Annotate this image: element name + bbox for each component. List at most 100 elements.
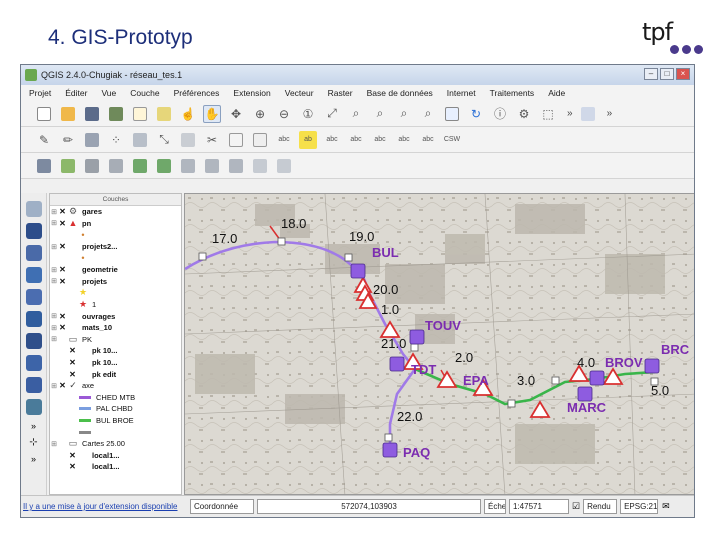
zoom-last-icon[interactable]: ⌕	[395, 105, 413, 123]
pan-to-selection-icon[interactable]: ✥	[227, 105, 245, 123]
layer-row[interactable]	[50, 426, 181, 438]
save-as-icon[interactable]	[107, 105, 125, 123]
expand-icon[interactable]: ⊞	[50, 219, 58, 227]
menu-item[interactable]: Couche	[130, 88, 159, 98]
layer-row[interactable]: ✕ pk edit	[50, 368, 181, 380]
open-project-icon[interactable]	[59, 105, 77, 123]
expand-icon[interactable]: ⊞	[50, 266, 58, 274]
add-raster-layer-icon[interactable]	[59, 157, 77, 175]
select-features-icon[interactable]: ⬚	[539, 105, 557, 123]
composer-manager-icon[interactable]	[155, 105, 173, 123]
coordinate-capture-icon[interactable]: ⊹	[29, 437, 37, 448]
layer-visibility-checkbox[interactable]: ✕	[58, 323, 67, 332]
crs-status[interactable]: EPSG:21781	[620, 499, 659, 514]
layer-visibility-checkbox[interactable]: ✕	[58, 207, 67, 216]
layer-row[interactable]: ★ 1	[50, 299, 181, 311]
georeferencer-icon[interactable]	[25, 245, 42, 261]
layer-visibility-checkbox[interactable]: ✕	[58, 312, 67, 321]
zoom-native-icon[interactable]: ①	[299, 105, 317, 123]
layer-row[interactable]: CHED MTB	[50, 392, 181, 404]
layer-row[interactable]: ⊞ ▭ PK	[50, 334, 181, 346]
digitize-icon[interactable]	[25, 201, 42, 217]
layer-visibility-checkbox[interactable]: ✕	[68, 346, 77, 355]
add-wcs-icon[interactable]	[203, 157, 221, 175]
show-hide-labels-icon[interactable]: abc	[347, 131, 365, 149]
zoom-layer-icon[interactable]: ⌕	[371, 105, 389, 123]
expand-icon[interactable]: ⊞	[50, 312, 58, 320]
map-canvas[interactable]: 17.0 18.0 19.0 20.0 1.0 21.0 2.0 22.0 3.0 4.0 5.0 …	[184, 193, 694, 495]
rotate-label-icon[interactable]: abc	[395, 131, 413, 149]
maximize-button[interactable]: □	[660, 68, 674, 80]
layer-row[interactable]: PAL CHBD	[50, 403, 181, 415]
settings-icon[interactable]: ⚙	[515, 105, 533, 123]
delete-selected-icon[interactable]	[179, 131, 197, 149]
new-project-icon[interactable]	[35, 105, 53, 123]
menu-item[interactable]: Vecteur	[285, 88, 314, 98]
change-label-icon[interactable]: abc	[419, 131, 437, 149]
minimize-button[interactable]: –	[644, 68, 658, 80]
expand-icon[interactable]: ⊞	[50, 324, 58, 332]
layer-row[interactable]: BUL BROE	[50, 415, 181, 427]
menu-item[interactable]: Vue	[101, 88, 116, 98]
add-oracle-icon[interactable]	[155, 157, 173, 175]
side-overflow-icon-2[interactable]: »	[31, 454, 36, 464]
pan-map-icon[interactable]: ✋	[203, 104, 221, 123]
expand-icon[interactable]: ⊞	[50, 208, 58, 216]
toolbar-overflow-icon[interactable]: »	[567, 108, 573, 119]
menu-item[interactable]: Traitements	[490, 88, 535, 98]
line-tool-icon[interactable]	[25, 355, 42, 371]
expand-icon[interactable]: ⊞	[50, 382, 58, 390]
layer-row[interactable]: ⊞ ▭ Cartes 25.00	[50, 438, 181, 450]
messages-icon[interactable]: ✉	[662, 501, 670, 512]
layer-row[interactable]: ⊞ ✕ projets2...	[50, 241, 181, 253]
layer-row[interactable]: ✕ pk 10...	[50, 357, 181, 369]
layer-row[interactable]: •	[50, 252, 181, 264]
node-tool-icon[interactable]: ⤡	[155, 131, 173, 149]
layer-visibility-checkbox[interactable]: ✕	[58, 219, 67, 228]
layer-visibility-checkbox[interactable]: ✕	[58, 277, 67, 286]
current-edits-icon[interactable]: ✎	[35, 131, 53, 149]
add-delimited-text-icon[interactable]	[251, 157, 269, 175]
lightning-icon[interactable]	[25, 377, 42, 393]
save-project-icon[interactable]	[83, 105, 101, 123]
cut-features-icon[interactable]: ✂	[203, 131, 221, 149]
toggle-editing-icon[interactable]: ✏	[59, 131, 77, 149]
zoom-next-icon[interactable]: ⌕	[419, 105, 437, 123]
layer-row[interactable]: ⊞ ✕ ouvrages	[50, 310, 181, 322]
menu-item[interactable]: Raster	[328, 88, 353, 98]
add-wms-icon[interactable]	[179, 157, 197, 175]
globe-icon[interactable]	[25, 399, 42, 415]
expand-icon[interactable]: ⊞	[50, 440, 58, 448]
add-spatialite-icon[interactable]	[107, 157, 125, 175]
label-tool-icon[interactable]: abc	[275, 131, 293, 149]
copy-features-icon[interactable]	[227, 131, 245, 149]
add-postgis-icon[interactable]	[83, 157, 101, 175]
label-highlight-icon[interactable]: ab	[299, 130, 317, 149]
render-checkbox[interactable]: ☑	[572, 501, 580, 512]
menu-item[interactable]: Internet	[447, 88, 476, 98]
menu-item[interactable]: Préférences	[174, 88, 220, 98]
pin-labels-icon[interactable]: abc	[323, 131, 341, 149]
layer-row[interactable]: ⊞ ✕ projets	[50, 276, 181, 288]
layer-visibility-checkbox[interactable]: ✕	[68, 451, 77, 460]
feather-icon[interactable]	[25, 267, 42, 283]
menu-item[interactable]: Aide	[548, 88, 565, 98]
side-overflow-icon[interactable]: »	[31, 421, 36, 431]
new-shapefile-icon[interactable]	[275, 157, 293, 175]
zoom-in-icon[interactable]: ⊕	[251, 105, 269, 123]
coordinate-field[interactable]: 572074,103903	[257, 499, 481, 514]
layer-row[interactable]: ✕ local1...	[50, 461, 181, 473]
layer-visibility-checkbox[interactable]: ✕	[68, 370, 77, 379]
move-feature-icon[interactable]	[131, 131, 149, 149]
layer-row[interactable]: ⊞ ✕ ▲ pn	[50, 218, 181, 230]
expand-icon[interactable]: ⊞	[50, 243, 58, 251]
add-vector-layer-icon[interactable]	[35, 157, 53, 175]
zoom-full-icon[interactable]: ⤢	[323, 105, 341, 123]
touch-zoom-icon[interactable]: ☝	[179, 105, 197, 123]
layer-row[interactable]: ⊞ ✕ ✓ axe	[50, 380, 181, 392]
layer-visibility-checkbox[interactable]: ✕	[68, 358, 77, 367]
csw-icon[interactable]: CSW	[443, 131, 461, 149]
save-edits-icon[interactable]	[83, 131, 101, 149]
menu-item[interactable]: Projet	[29, 88, 51, 98]
add-wfs-icon[interactable]	[227, 157, 245, 175]
